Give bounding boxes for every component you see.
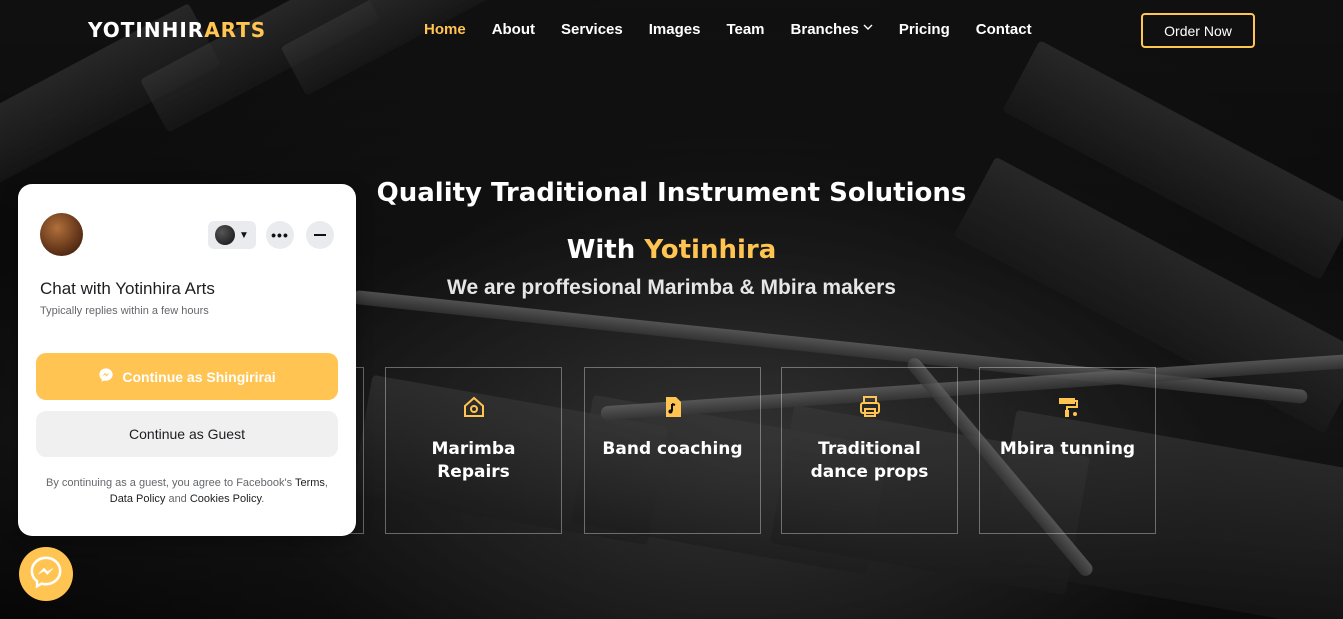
nav-branches-label: Branches [790, 21, 859, 38]
caret-down-icon: ▼ [239, 229, 249, 241]
nav-home[interactable]: Home [424, 21, 466, 38]
service-label-line2: Repairs [437, 462, 510, 482]
hero-title-line1: Quality Traditional Instrument Solutions [376, 178, 967, 208]
nav-about[interactable]: About [492, 21, 535, 38]
paint-roller-icon [1055, 394, 1081, 420]
order-now-button[interactable]: Order Now [1141, 13, 1255, 48]
site-header: YOTINHIRARTS Home About Services Images … [0, 0, 1343, 62]
nav-pricing[interactable]: Pricing [899, 21, 950, 38]
service-label-line1: Band coaching [602, 439, 743, 459]
service-label-line1: Marimba [431, 439, 516, 459]
continue-as-user-button[interactable]: Continue as Shingirirai [36, 353, 338, 400]
data-policy-link[interactable]: Data Policy [110, 493, 166, 505]
minimize-button[interactable] [306, 221, 334, 249]
nav-contact[interactable]: Contact [976, 21, 1032, 38]
service-label: Marimba Repairs [422, 438, 526, 484]
service-box-dance-props[interactable]: Traditional dance props [781, 367, 958, 534]
continue-as-user-label: Continue as Shingirirai [122, 368, 276, 385]
messenger-icon [29, 555, 63, 594]
service-box-mbira-tunning[interactable]: Mbira tunning [979, 367, 1156, 534]
nav-images[interactable]: Images [649, 21, 701, 38]
service-box-band-coaching[interactable]: Band coaching [584, 367, 761, 534]
account-switcher[interactable]: ▼ [208, 221, 256, 249]
service-label: Traditional dance props [801, 438, 939, 484]
legal-end: . [261, 493, 265, 505]
chevron-down-icon [863, 23, 873, 34]
hero-title-prefix: With [566, 235, 645, 265]
site-logo[interactable]: YOTINHIRARTS [88, 18, 266, 42]
service-label-line1: Traditional [818, 439, 921, 459]
nav-services[interactable]: Services [561, 21, 623, 38]
messenger-launcher-button[interactable] [19, 547, 73, 601]
service-label-line2: dance props [810, 462, 929, 482]
main-nav: Home About Services Images Team Branches… [424, 21, 1058, 38]
more-icon: ••• [271, 227, 289, 243]
minimize-icon [314, 234, 326, 236]
printer-icon [857, 394, 883, 420]
more-options-button[interactable]: ••• [266, 221, 294, 249]
messenger-icon [98, 367, 114, 386]
service-label-line1: Mbira tunning [999, 439, 1136, 459]
page-avatar [40, 213, 83, 256]
user-avatar [215, 225, 236, 245]
continue-as-guest-button[interactable]: Continue as Guest [36, 411, 338, 457]
legal-prefix: By continuing as a guest, you agree to F… [46, 477, 295, 489]
legal-separator: , [324, 477, 328, 489]
chat-subtitle: Typically replies within a few hours [40, 305, 209, 317]
hero-title-accent: Yotinhira [644, 235, 777, 265]
nav-branches[interactable]: Branches [791, 21, 873, 38]
legal-and: and [165, 493, 190, 505]
service-box-marimba-repairs[interactable]: Marimba Repairs [385, 367, 562, 534]
legal-text: By continuing as a guest, you agree to F… [36, 475, 338, 507]
nav-team[interactable]: Team [726, 21, 764, 38]
music-file-icon [660, 394, 686, 420]
cookies-policy-link[interactable]: Cookies Policy [190, 493, 261, 505]
messenger-chat-widget: ▼ ••• Chat with Yotinhira Arts Typically… [18, 184, 356, 536]
chat-title: Chat with Yotinhira Arts [40, 279, 215, 298]
service-label: Mbira tunning [990, 438, 1145, 461]
logo-main-text: YOTINHIR [88, 18, 205, 42]
service-label: Band coaching [592, 438, 752, 461]
logo-accent-text: ARTS [204, 18, 267, 42]
terms-link[interactable]: Terms [295, 477, 325, 489]
home-gear-icon [461, 394, 487, 420]
